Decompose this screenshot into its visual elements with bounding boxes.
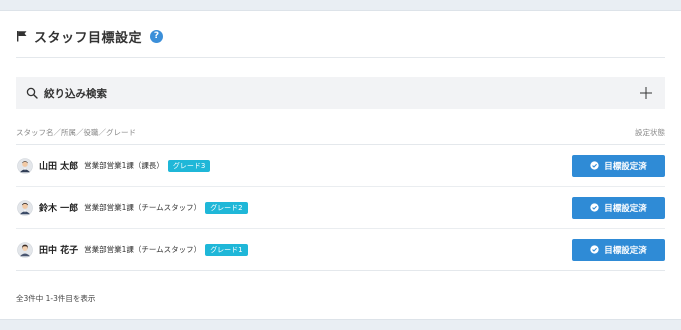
goal-status-button[interactable]: 目標設定済 (572, 238, 665, 261)
goal-status-label: 目標設定済 (604, 203, 647, 214)
grade-badge: グレード2 (205, 201, 248, 214)
staff-list: 山田 太郎 営業部営業1課（課長） グレード3 目標設定済 鈴木 一郎 営業部営… (16, 145, 665, 271)
filter-search-label: 絞り込み検索 (44, 87, 107, 100)
staff-name[interactable]: 鈴木 一郎 (39, 201, 78, 214)
plus-icon[interactable] (639, 86, 653, 100)
column-header-staff: スタッフ名／所属／役職／グレード (16, 128, 136, 137)
goal-status-button[interactable]: 目標設定済 (572, 196, 665, 219)
goal-status-label: 目標設定済 (604, 245, 647, 256)
list-column-header: スタッフ名／所属／役職／グレード 設定状態 (16, 127, 665, 139)
staff-department: 営業部営業1課（チームスタッフ） (84, 245, 202, 254)
card-header: スタッフ目標設定 ? (16, 25, 665, 47)
staff-department: 営業部営業1課（課長） (84, 161, 164, 170)
table-row[interactable]: 鈴木 一郎 営業部営業1課（チームスタッフ） グレード2 目標設定済 (16, 187, 665, 229)
table-row[interactable]: 山田 太郎 営業部営業1課（課長） グレード3 目標設定済 (16, 145, 665, 187)
table-row[interactable]: 田中 花子 営業部営業1課（チームスタッフ） グレード1 目標設定済 (16, 229, 665, 271)
pagination-summary: 全3件中 1-3件目を表示 (16, 294, 96, 303)
page-title: スタッフ目標設定 (34, 30, 143, 46)
help-icon[interactable]: ? (150, 29, 164, 43)
goal-status-button[interactable]: 目標設定済 (572, 154, 665, 177)
staff-name[interactable]: 山田 太郎 (39, 159, 78, 172)
grade-badge: グレード3 (167, 159, 211, 172)
avatar (17, 157, 33, 174)
check-circle-icon (590, 203, 599, 212)
search-icon (26, 87, 38, 99)
staff-goal-card: スタッフ目標設定 ? 絞り込み検索 スタッフ名／所属／役職／グレード 設定状態 (0, 10, 681, 320)
column-header-status: 設定状態 (635, 128, 665, 137)
staff-name[interactable]: 田中 花子 (39, 243, 78, 256)
avatar (17, 199, 33, 216)
header-divider (16, 57, 665, 58)
filter-search-bar[interactable]: 絞り込み検索 (16, 77, 665, 109)
grade-badge: グレード1 (205, 243, 248, 256)
avatar (17, 241, 33, 258)
check-circle-icon (590, 161, 599, 170)
staff-department: 営業部営業1課（チームスタッフ） (84, 203, 202, 212)
check-circle-icon (590, 245, 599, 254)
flag-icon (17, 31, 27, 42)
goal-status-label: 目標設定済 (604, 161, 647, 172)
